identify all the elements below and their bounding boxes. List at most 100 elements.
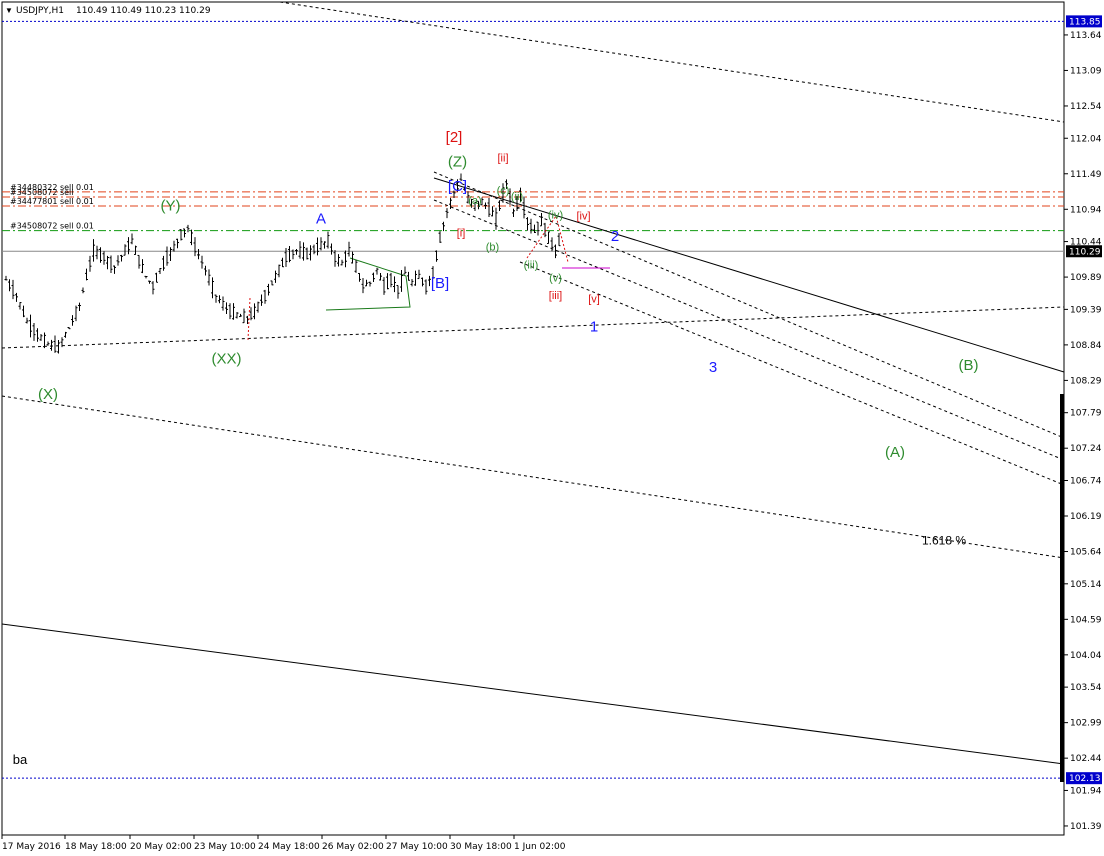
usdjpy-h1-chart[interactable]: #34480322 sell 0.01#34508072 sell#344778…: [0, 0, 1104, 856]
wave-label: [v]: [588, 293, 600, 305]
price-tag-label: 113.85: [1069, 17, 1101, 27]
candle: [4, 275, 8, 281]
trendline-upper[interactable]: [279, 1, 1065, 123]
candle: [323, 241, 326, 249]
y-tick-label: 109.89: [1070, 273, 1102, 283]
candle: [204, 265, 207, 276]
x-tick-label: 30 May 18:00: [450, 842, 512, 852]
wave-label: [C]: [448, 178, 467, 195]
candle: [295, 249, 298, 255]
channel-3[interactable]: [519, 261, 1065, 486]
candle: [29, 314, 32, 338]
candle: [186, 224, 190, 233]
candle: [113, 265, 116, 274]
candle: [365, 279, 368, 287]
candle: [389, 272, 393, 288]
candle: [487, 197, 491, 218]
y-tick-label: 104.04: [1070, 651, 1102, 661]
candle: [102, 251, 106, 265]
candle: [141, 259, 144, 274]
candle: [417, 269, 421, 280]
candle: [11, 279, 15, 300]
y-tick-label: 109.39: [1070, 305, 1102, 315]
trendline-lower[interactable]: [1, 623, 1065, 765]
wave-label: 1.618 %: [922, 533, 966, 547]
candle: [123, 244, 127, 256]
candle: [533, 224, 536, 234]
candle: [228, 303, 232, 320]
wave-label: (v): [549, 273, 562, 285]
price-tag-label: 102.13: [1069, 774, 1101, 784]
candle: [193, 237, 197, 257]
scroll-indicator[interactable]: [1060, 394, 1064, 782]
wave-label: 1: [590, 318, 598, 335]
y-tick-label: 110.94: [1070, 205, 1102, 215]
candle: [340, 259, 344, 266]
candle: [144, 275, 148, 279]
candle: [57, 339, 60, 354]
price-tag: 113.85: [1066, 15, 1102, 28]
candle: [165, 246, 169, 266]
trendline-fibo[interactable]: [1, 395, 1065, 559]
candle: [536, 221, 540, 236]
candle: [512, 208, 515, 217]
candle: [46, 341, 50, 346]
wave-label: (iii): [524, 260, 539, 272]
candle: [393, 276, 396, 293]
wave-label: 2: [611, 228, 619, 245]
chart-window[interactable]: #34480322 sell 0.01 #34508072 sell #344778…: [0, 0, 1104, 856]
candle: [277, 264, 281, 278]
candle: [106, 255, 109, 270]
channel-1[interactable]: [433, 171, 1065, 439]
candle: [92, 239, 95, 262]
y-tick-label: 112.04: [1070, 134, 1102, 144]
candle: [414, 270, 417, 286]
candle: [445, 208, 449, 219]
candle: [557, 232, 561, 247]
x-tick-label: 27 May 10:00: [386, 842, 448, 852]
candle: [309, 245, 312, 261]
channel-2[interactable]: [433, 199, 1065, 461]
candle: [15, 292, 18, 302]
candle: [78, 302, 81, 311]
y-tick-label: 106.19: [1070, 512, 1102, 522]
y-tick-label: 102.99: [1070, 719, 1102, 729]
y-tick-label: 107.79: [1070, 409, 1102, 419]
candle: [358, 272, 361, 282]
wave-label: (A): [885, 444, 905, 461]
wave-label: (XX): [212, 351, 242, 368]
trendline-support[interactable]: [1, 306, 1065, 349]
wave-label: 3: [709, 359, 717, 376]
candle: [151, 281, 155, 295]
candle: [547, 231, 550, 244]
candle: [162, 255, 165, 271]
candle: [260, 294, 263, 306]
candle: [435, 250, 438, 262]
y-tick-label: 102.44: [1070, 754, 1102, 764]
symbol-dropdown-icon[interactable]: ▼: [5, 6, 13, 15]
candle: [400, 270, 403, 292]
candle: [183, 228, 186, 238]
price-tag: 110.29: [1066, 245, 1102, 258]
candle: [288, 245, 291, 263]
y-tick-label: 108.29: [1070, 376, 1102, 386]
candle: [253, 303, 256, 320]
wave-projection: [526, 214, 569, 263]
price-tag-label: 110.29: [1069, 247, 1101, 257]
price-tag: 102.13: [1066, 772, 1102, 785]
y-tick-label: 106.74: [1070, 476, 1102, 486]
candle: [274, 270, 277, 283]
trendline-resistance[interactable]: [433, 177, 1065, 373]
candle: [207, 269, 211, 286]
candle: [134, 245, 137, 255]
candle: [410, 278, 414, 287]
candle: [298, 241, 302, 259]
candle: [256, 301, 260, 313]
candle: [263, 289, 267, 304]
candle: [242, 308, 246, 324]
candle: [32, 322, 36, 341]
candle: [347, 241, 351, 257]
candle: [116, 255, 120, 266]
y-tick-label: 101.39: [1070, 822, 1102, 832]
wave-label: [ii]: [498, 152, 509, 164]
